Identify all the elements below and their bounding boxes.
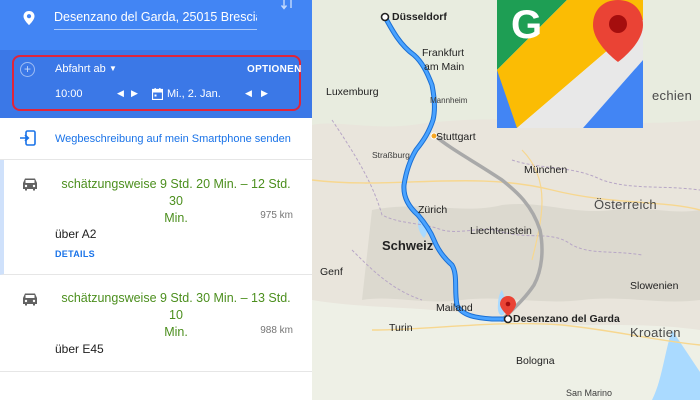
destination-input[interactable]: Desenzano del Garda, 25015 Brescia, It — [54, 4, 257, 30]
plus-icon[interactable]: + — [20, 62, 35, 77]
map-label-city: Stuttgart — [436, 131, 476, 143]
send-to-phone-link[interactable]: Wegbeschreibung auf mein Smartphone send… — [55, 133, 291, 145]
map-label-city: Bologna — [516, 355, 555, 367]
map-label-country: Schweiz — [382, 238, 434, 253]
origin-marker[interactable] — [380, 12, 390, 22]
route-option-1[interactable]: schätzungsweise 9 Std. 20 Min. – 12 Std.… — [0, 160, 312, 275]
map-label-country: Österreich — [594, 197, 657, 212]
chevron-down-icon[interactable]: ▼ — [109, 64, 117, 73]
map-label-city: Zürich — [418, 204, 448, 216]
map-label-region: Liechtenstein — [470, 225, 532, 237]
map-label-city: München — [524, 164, 568, 176]
route-option-2[interactable]: schätzungsweise 9 Std. 30 Min. – 13 Std.… — [0, 275, 312, 372]
map-label-city: Düsseldorf — [392, 11, 447, 23]
svg-text:G: G — [511, 3, 542, 47]
swap-icon[interactable] — [281, 0, 295, 10]
car-icon — [23, 178, 37, 191]
directions-panel: Desenzano del Garda, 25015 Brescia, It +… — [0, 0, 312, 400]
chevron-left-icon[interactable]: ◀ — [245, 88, 252, 99]
date-field[interactable]: Mi., 2. Jan. — [167, 88, 221, 100]
map-label-city: San Marino — [566, 388, 613, 398]
route-distance: 988 km — [260, 325, 293, 336]
map-label-city: Straßburg — [372, 150, 410, 160]
map-label-city: Mannheim — [430, 96, 468, 105]
route-via: über E45 — [55, 342, 104, 356]
google-maps-logo: G — [497, 0, 643, 128]
map-label-city: Luxemburg — [326, 86, 379, 98]
chevron-left-icon[interactable]: ◀ — [117, 88, 124, 99]
route-details-link[interactable]: DETAILS — [55, 249, 95, 259]
route-distance: 975 km — [260, 210, 293, 221]
time-field[interactable]: 10:00 — [55, 88, 83, 100]
map-view[interactable]: Düsseldorf Frankfurt am Main Luxemburg M… — [312, 0, 700, 400]
chevron-right-icon[interactable]: ▶ — [131, 88, 138, 99]
destination-pin-dot — [505, 301, 511, 307]
options-button[interactable]: OPTIONEN — [247, 64, 302, 75]
map-label-country: Slowenien — [630, 280, 679, 292]
map-label-city: Mailand — [436, 302, 473, 314]
map-label-city: Genf — [320, 266, 343, 278]
destination-marker[interactable] — [503, 314, 513, 324]
map-label-country: Kroatien — [630, 325, 681, 340]
chevron-right-icon[interactable]: ▶ — [261, 88, 268, 99]
map-label-destination: Desenzano del Garda — [513, 313, 620, 325]
map-label-city: am Main — [424, 61, 465, 73]
map-label-city: Turin — [389, 322, 413, 334]
calendar-icon — [152, 88, 163, 100]
map-label-city: Frankfurt — [422, 47, 465, 59]
map-label-country: echien — [652, 88, 693, 103]
pin-icon — [23, 11, 35, 25]
phone-send-icon — [20, 130, 36, 146]
route-via: über A2 — [55, 227, 97, 241]
depart-mode-dropdown[interactable]: Abfahrt ab — [55, 63, 106, 75]
car-icon — [23, 293, 37, 306]
